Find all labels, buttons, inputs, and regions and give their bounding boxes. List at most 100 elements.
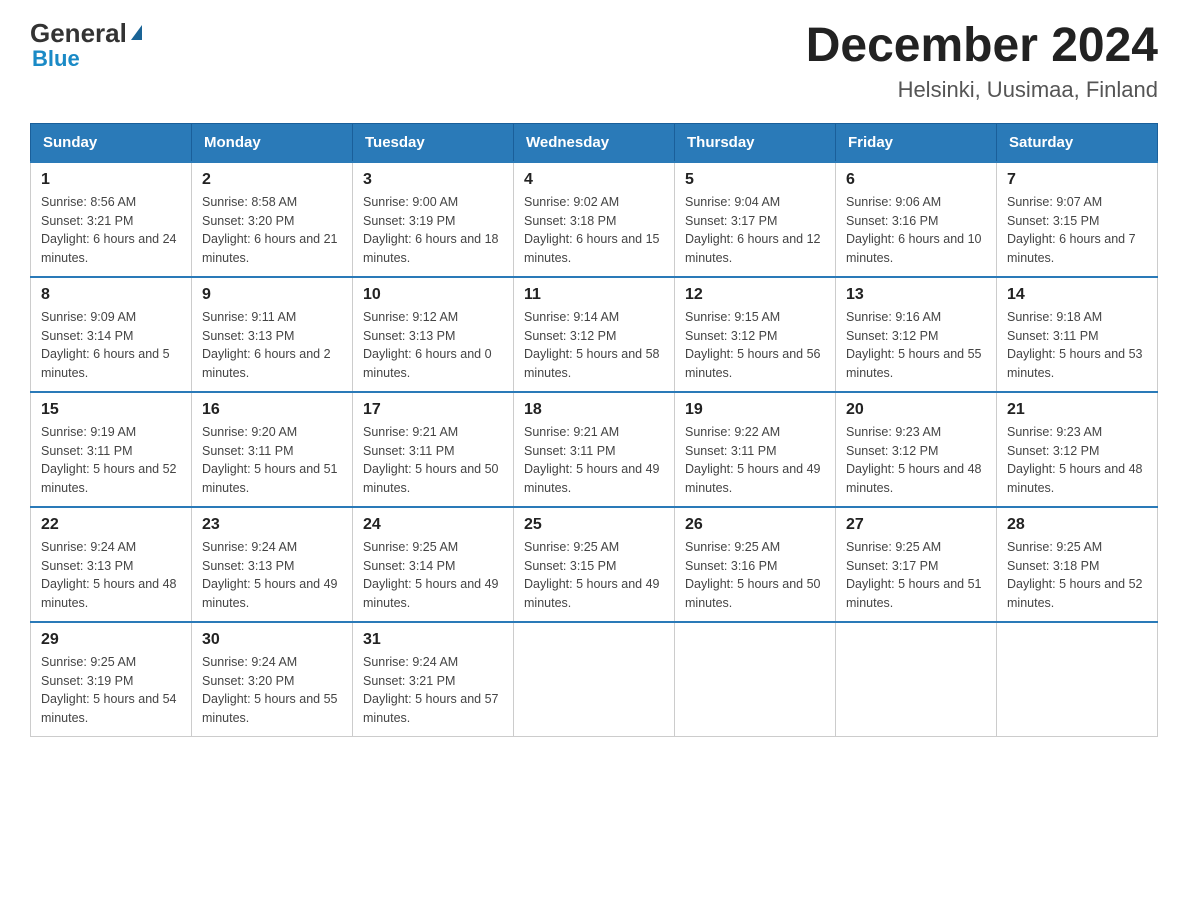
logo-general-text: General — [30, 20, 127, 46]
day-detail: Sunrise: 8:56 AMSunset: 3:21 PMDaylight:… — [41, 193, 181, 268]
day-detail: Sunrise: 9:21 AMSunset: 3:11 PMDaylight:… — [363, 423, 503, 498]
day-detail: Sunrise: 9:24 AMSunset: 3:13 PMDaylight:… — [41, 538, 181, 613]
day-detail: Sunrise: 9:14 AMSunset: 3:12 PMDaylight:… — [524, 308, 664, 383]
day-number: 9 — [202, 286, 342, 304]
location-subtitle: Helsinki, Uusimaa, Finland — [806, 77, 1158, 103]
calendar-cell: 19 Sunrise: 9:22 AMSunset: 3:11 PMDayligh… — [675, 392, 836, 507]
day-detail: Sunrise: 9:04 AMSunset: 3:17 PMDaylight:… — [685, 193, 825, 268]
day-of-week-header: Tuesday — [353, 123, 514, 162]
calendar-cell: 12Sunrise: 9:15 AMSunset: 3:12 PMDayligh… — [675, 277, 836, 392]
day-detail: Sunrise: 9:16 AMSunset: 3:12 PMDaylight:… — [846, 308, 986, 383]
calendar-cell: 16Sunrise: 9:20 AMSunset: 3:11 PMDayligh… — [192, 392, 353, 507]
day-detail: Sunrise: 9:25 AMSunset: 3:15 PMDaylight:… — [524, 538, 664, 613]
calendar-cell: 30 Sunrise: 9:24 AMSunset: 3:20 PMDayligh… — [192, 622, 353, 737]
page-header: General Blue December 2024 Helsinki, Uus… — [30, 20, 1158, 103]
day-detail: Sunrise: 9:21 AMSunset: 3:11 PMDaylight:… — [524, 423, 664, 498]
calendar-week-row: 22 Sunrise: 9:24 AMSunset: 3:13 PMDayligh… — [31, 507, 1158, 622]
day-detail: Sunrise: 9:09 AMSunset: 3:14 PMDaylight:… — [41, 308, 181, 383]
calendar-cell — [997, 622, 1158, 737]
day-number: 14 — [1007, 286, 1147, 304]
day-detail: Sunrise: 9:00 AMSunset: 3:19 PMDaylight:… — [363, 193, 503, 268]
day-number: 12 — [685, 286, 825, 304]
day-detail: Sunrise: 8:58 AMSunset: 3:20 PMDaylight:… — [202, 193, 342, 268]
calendar-cell: 10 Sunrise: 9:12 AMSunset: 3:13 PMDayligh… — [353, 277, 514, 392]
calendar-cell: 26Sunrise: 9:25 AMSunset: 3:16 PMDayligh… — [675, 507, 836, 622]
calendar-cell: 20 Sunrise: 9:23 AMSunset: 3:12 PMDayligh… — [836, 392, 997, 507]
calendar-cell — [836, 622, 997, 737]
calendar-cell: 9Sunrise: 9:11 AMSunset: 3:13 PMDaylight… — [192, 277, 353, 392]
day-detail: Sunrise: 9:22 AMSunset: 3:11 PMDaylight:… — [685, 423, 825, 498]
day-number: 2 — [202, 171, 342, 189]
day-detail: Sunrise: 9:02 AMSunset: 3:18 PMDaylight:… — [524, 193, 664, 268]
day-detail: Sunrise: 9:18 AMSunset: 3:11 PMDaylight:… — [1007, 308, 1147, 383]
calendar-header-row: SundayMondayTuesdayWednesdayThursdayFrid… — [31, 123, 1158, 162]
day-number: 24 — [363, 516, 503, 534]
calendar-cell: 14 Sunrise: 9:18 AMSunset: 3:11 PMDayligh… — [997, 277, 1158, 392]
calendar-cell: 31Sunrise: 9:24 AMSunset: 3:21 PMDayligh… — [353, 622, 514, 737]
day-detail: Sunrise: 9:23 AMSunset: 3:12 PMDaylight:… — [846, 423, 986, 498]
calendar-cell: 13 Sunrise: 9:16 AMSunset: 3:12 PMDayligh… — [836, 277, 997, 392]
day-number: 20 — [846, 401, 986, 419]
day-of-week-header: Sunday — [31, 123, 192, 162]
calendar-cell: 1 Sunrise: 8:56 AMSunset: 3:21 PMDaylight… — [31, 162, 192, 277]
logo-blue-text: Blue — [32, 46, 80, 72]
day-number: 13 — [846, 286, 986, 304]
day-detail: Sunrise: 9:06 AMSunset: 3:16 PMDaylight:… — [846, 193, 986, 268]
calendar-cell: 4Sunrise: 9:02 AMSunset: 3:18 PMDaylight… — [514, 162, 675, 277]
day-detail: Sunrise: 9:07 AMSunset: 3:15 PMDaylight:… — [1007, 193, 1147, 268]
calendar-cell: 3Sunrise: 9:00 AMSunset: 3:19 PMDaylight… — [353, 162, 514, 277]
day-detail: Sunrise: 9:25 AMSunset: 3:17 PMDaylight:… — [846, 538, 986, 613]
day-number: 1 — [41, 171, 181, 189]
day-detail: Sunrise: 9:12 AMSunset: 3:13 PMDaylight:… — [363, 308, 503, 383]
calendar-cell: 29 Sunrise: 9:25 AMSunset: 3:19 PMDayligh… — [31, 622, 192, 737]
calendar-cell: 23Sunrise: 9:24 AMSunset: 3:13 PMDayligh… — [192, 507, 353, 622]
day-detail: Sunrise: 9:25 AMSunset: 3:19 PMDaylight:… — [41, 653, 181, 728]
day-detail: Sunrise: 9:19 AMSunset: 3:11 PMDaylight:… — [41, 423, 181, 498]
day-detail: Sunrise: 9:25 AMSunset: 3:16 PMDaylight:… — [685, 538, 825, 613]
logo: General Blue — [30, 20, 142, 72]
day-number: 29 — [41, 631, 181, 649]
calendar-cell: 6 Sunrise: 9:06 AMSunset: 3:16 PMDaylight… — [836, 162, 997, 277]
day-number: 30 — [202, 631, 342, 649]
day-detail: Sunrise: 9:24 AMSunset: 3:13 PMDaylight:… — [202, 538, 342, 613]
calendar-table: SundayMondayTuesdayWednesdayThursdayFrid… — [30, 123, 1158, 737]
day-number: 18 — [524, 401, 664, 419]
calendar-cell: 27 Sunrise: 9:25 AMSunset: 3:17 PMDayligh… — [836, 507, 997, 622]
calendar-cell: 7 Sunrise: 9:07 AMSunset: 3:15 PMDaylight… — [997, 162, 1158, 277]
calendar-cell: 21Sunrise: 9:23 AMSunset: 3:12 PMDayligh… — [997, 392, 1158, 507]
day-number: 31 — [363, 631, 503, 649]
day-number: 6 — [846, 171, 986, 189]
day-detail: Sunrise: 9:25 AMSunset: 3:18 PMDaylight:… — [1007, 538, 1147, 613]
day-number: 11 — [524, 286, 664, 304]
day-number: 22 — [41, 516, 181, 534]
calendar-cell: 22 Sunrise: 9:24 AMSunset: 3:13 PMDayligh… — [31, 507, 192, 622]
calendar-cell: 18 Sunrise: 9:21 AMSunset: 3:11 PMDayligh… — [514, 392, 675, 507]
calendar-cell: 5Sunrise: 9:04 AMSunset: 3:17 PMDaylight… — [675, 162, 836, 277]
day-of-week-header: Wednesday — [514, 123, 675, 162]
calendar-week-row: 8 Sunrise: 9:09 AMSunset: 3:14 PMDaylight… — [31, 277, 1158, 392]
calendar-week-row: 1 Sunrise: 8:56 AMSunset: 3:21 PMDaylight… — [31, 162, 1158, 277]
day-number: 8 — [41, 286, 181, 304]
calendar-cell: 28Sunrise: 9:25 AMSunset: 3:18 PMDayligh… — [997, 507, 1158, 622]
day-of-week-header: Saturday — [997, 123, 1158, 162]
calendar-week-row: 15 Sunrise: 9:19 AMSunset: 3:11 PMDayligh… — [31, 392, 1158, 507]
day-of-week-header: Thursday — [675, 123, 836, 162]
title-area: December 2024 Helsinki, Uusimaa, Finland — [806, 20, 1158, 103]
day-number: 17 — [363, 401, 503, 419]
calendar-cell: 2 Sunrise: 8:58 AMSunset: 3:20 PMDaylight… — [192, 162, 353, 277]
month-year-title: December 2024 — [806, 20, 1158, 73]
day-number: 10 — [363, 286, 503, 304]
calendar-cell: 11 Sunrise: 9:14 AMSunset: 3:12 PMDayligh… — [514, 277, 675, 392]
calendar-cell: 17 Sunrise: 9:21 AMSunset: 3:11 PMDayligh… — [353, 392, 514, 507]
calendar-cell: 15 Sunrise: 9:19 AMSunset: 3:11 PMDayligh… — [31, 392, 192, 507]
calendar-week-row: 29 Sunrise: 9:25 AMSunset: 3:19 PMDayligh… — [31, 622, 1158, 737]
day-of-week-header: Monday — [192, 123, 353, 162]
day-detail: Sunrise: 9:24 AMSunset: 3:20 PMDaylight:… — [202, 653, 342, 728]
calendar-cell — [675, 622, 836, 737]
day-number: 19 — [685, 401, 825, 419]
day-detail: Sunrise: 9:25 AMSunset: 3:14 PMDaylight:… — [363, 538, 503, 613]
day-number: 15 — [41, 401, 181, 419]
day-detail: Sunrise: 9:23 AMSunset: 3:12 PMDaylight:… — [1007, 423, 1147, 498]
day-number: 7 — [1007, 171, 1147, 189]
day-number: 27 — [846, 516, 986, 534]
